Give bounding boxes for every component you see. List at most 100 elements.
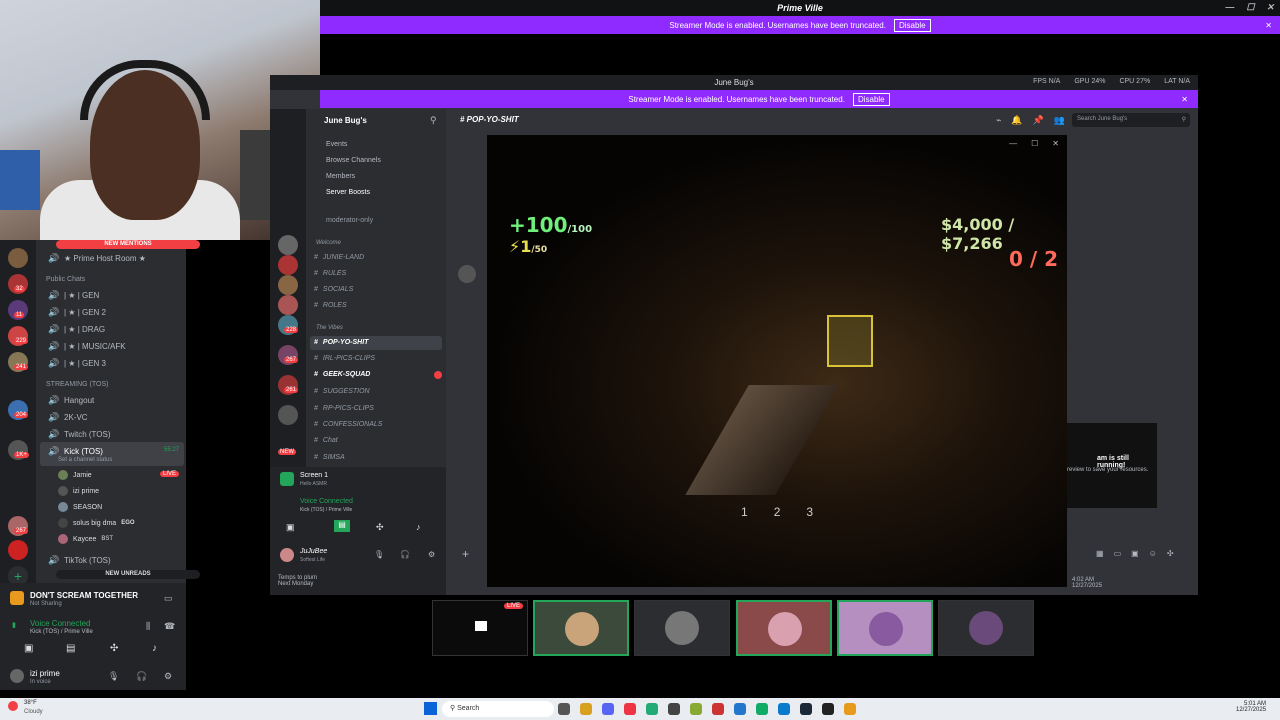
bell-icon[interactable]: 🔔 — [1011, 115, 1022, 126]
server-name[interactable]: June Bug's — [324, 116, 367, 125]
channel-name[interactable]: Hangout — [64, 396, 94, 405]
browse-channels-link[interactable]: Browse Channels — [326, 157, 381, 164]
member-name[interactable]: izi prime — [73, 488, 99, 495]
voice-channel[interactable]: Kick (TOS) / Prime Ville — [30, 629, 93, 635]
file-explorer-icon[interactable] — [580, 703, 592, 715]
new-unreads-pill[interactable]: NEW UNREADS — [56, 570, 200, 579]
clock[interactable]: 5:01 AM 12/27/2025 — [1236, 701, 1266, 713]
server-icon[interactable] — [278, 295, 298, 315]
channel-name[interactable]: | ★ | GEN — [64, 291, 99, 300]
server-icon[interactable] — [278, 405, 298, 425]
mic-icon[interactable]: 🎙 — [374, 550, 384, 559]
channel-name[interactable]: Chat — [323, 437, 338, 444]
pin-icon[interactable]: 📌 — [1033, 115, 1044, 126]
channel-name[interactable]: IRL-PICS-CLIPS — [323, 355, 375, 362]
emoji-icon[interactable]: ☺ — [1149, 549, 1157, 558]
weather-icon[interactable] — [8, 701, 18, 711]
maximize-icon[interactable]: ☐ — [1031, 139, 1038, 148]
app-icon[interactable] — [734, 703, 746, 715]
gear-icon[interactable]: ⚙ — [428, 550, 435, 559]
app-icon[interactable] — [668, 703, 680, 715]
username[interactable]: izi prime — [30, 669, 60, 678]
gear-icon[interactable]: ⚙ — [164, 671, 172, 682]
channel-name[interactable]: RP-PICS-CLIPS — [323, 405, 374, 412]
minimize-icon[interactable]: — — [1009, 139, 1017, 148]
close-icon[interactable]: ✕ — [1181, 95, 1188, 104]
member-name[interactable]: SEASON — [73, 504, 102, 511]
participant-tile[interactable] — [634, 600, 730, 656]
category-welcome[interactable]: Welcome — [316, 240, 341, 246]
category-public-chats[interactable]: Public Chats — [46, 276, 85, 283]
chrome-icon[interactable] — [624, 703, 636, 715]
channel-name[interactable]: ★ Prime Host Room ★ — [64, 254, 146, 263]
username[interactable]: JuJuBee — [300, 548, 327, 555]
threads-icon[interactable]: ⌁ — [996, 115, 1001, 126]
disable-button[interactable]: Disable — [852, 92, 890, 106]
channel-name[interactable]: | ★ | GEN 2 — [64, 308, 106, 317]
discord-icon[interactable] — [602, 703, 614, 715]
headphones-icon[interactable]: 🎧 — [400, 550, 410, 559]
server-icon[interactable] — [278, 275, 298, 295]
member-name[interactable]: Kaycee — [73, 536, 96, 543]
voice-channel[interactable]: Kick (TOS) / Prime Ville — [300, 507, 352, 513]
disconnect-icon[interactable]: ☎ — [164, 621, 175, 632]
avatar[interactable] — [458, 265, 476, 283]
notification-toast[interactable]: am is still running! review to save your… — [1067, 423, 1157, 508]
add-attachment-icon[interactable]: + — [462, 547, 469, 561]
noise-icon[interactable]: ⫼ — [146, 621, 150, 632]
member-name[interactable]: solus big dma — [73, 520, 116, 527]
sticker-icon[interactable]: ▣ — [1131, 549, 1139, 558]
camera-icon[interactable]: ▣ — [24, 643, 33, 654]
edge-icon[interactable] — [778, 703, 790, 715]
app-icon[interactable] — [712, 703, 724, 715]
server-icon[interactable] — [8, 248, 28, 268]
channel-name[interactable]: ROLES — [323, 302, 347, 309]
channel-name[interactable]: SIMSA — [323, 454, 345, 461]
member-name[interactable]: Jamie — [73, 472, 92, 479]
category-streaming[interactable]: STREAMING (TOS) — [46, 381, 108, 388]
minimize-icon[interactable]: — — [1225, 2, 1234, 13]
apps-icon[interactable]: ✣ — [1167, 549, 1174, 558]
channel-name[interactable]: Kick (TOS) — [64, 447, 103, 456]
camera-icon[interactable]: ▣ — [286, 522, 295, 533]
activity-icon[interactable]: ✣ — [376, 522, 384, 533]
channel-name[interactable]: SUGGESTION — [323, 388, 370, 395]
members-link[interactable]: Members — [326, 173, 355, 180]
participant-tile[interactable] — [736, 600, 832, 656]
stream-thumb[interactable]: LIVE — [432, 600, 528, 656]
gift-icon[interactable]: ▦ — [1096, 549, 1104, 558]
steam-icon[interactable] — [800, 703, 812, 715]
channel-name[interactable]: | ★ | DRAG — [64, 325, 105, 334]
disable-button[interactable]: Disable — [893, 18, 931, 32]
participant-tile[interactable] — [533, 600, 629, 656]
channel-name[interactable]: JUNIE-LAND — [323, 254, 364, 261]
screen-icon[interactable]: ▤ — [334, 520, 350, 532]
close-icon[interactable]: ✕ — [1265, 21, 1272, 30]
participant-tile[interactable] — [837, 600, 933, 656]
app-icon[interactable] — [690, 703, 702, 715]
server-icon[interactable] — [278, 235, 298, 255]
category-vibes[interactable]: The Vibes — [316, 325, 343, 331]
channel-name[interactable]: RULES — [323, 270, 346, 277]
taskbar-search[interactable]: ⚲ Search — [442, 701, 554, 717]
activity-icon[interactable]: ✣ — [110, 643, 118, 654]
new-mentions-pill[interactable]: NEW MENTIONS — [56, 240, 200, 249]
close-icon[interactable]: ✕ — [1266, 2, 1274, 13]
events-link[interactable]: Events — [326, 141, 347, 148]
server-icon[interactable] — [8, 540, 28, 560]
app-icon[interactable] — [844, 703, 856, 715]
app-icon[interactable] — [756, 703, 768, 715]
server-icon[interactable] — [278, 255, 298, 275]
avatar[interactable] — [280, 548, 294, 562]
close-icon[interactable]: ✕ — [1052, 139, 1059, 148]
mic-icon[interactable]: 🎙 — [108, 671, 119, 682]
participant-tile[interactable] — [938, 600, 1034, 656]
channel-name[interactable]: TikTok (TOS) — [64, 556, 111, 565]
gif-icon[interactable]: ▭ — [1114, 549, 1122, 558]
channel-name[interactable]: POP-YO-SHIT — [323, 339, 369, 346]
channel-name[interactable]: SOCIALS — [323, 286, 353, 293]
channel-name[interactable]: Twitch (TOS) — [64, 430, 111, 439]
terminal-icon[interactable] — [822, 703, 834, 715]
game-stream-view[interactable]: — ☐ ✕ +100/100 ⚡1/50 $4,000 / $7,266 0 / 2… — [487, 135, 1067, 587]
soundboard-icon[interactable]: ♪ — [416, 522, 421, 532]
